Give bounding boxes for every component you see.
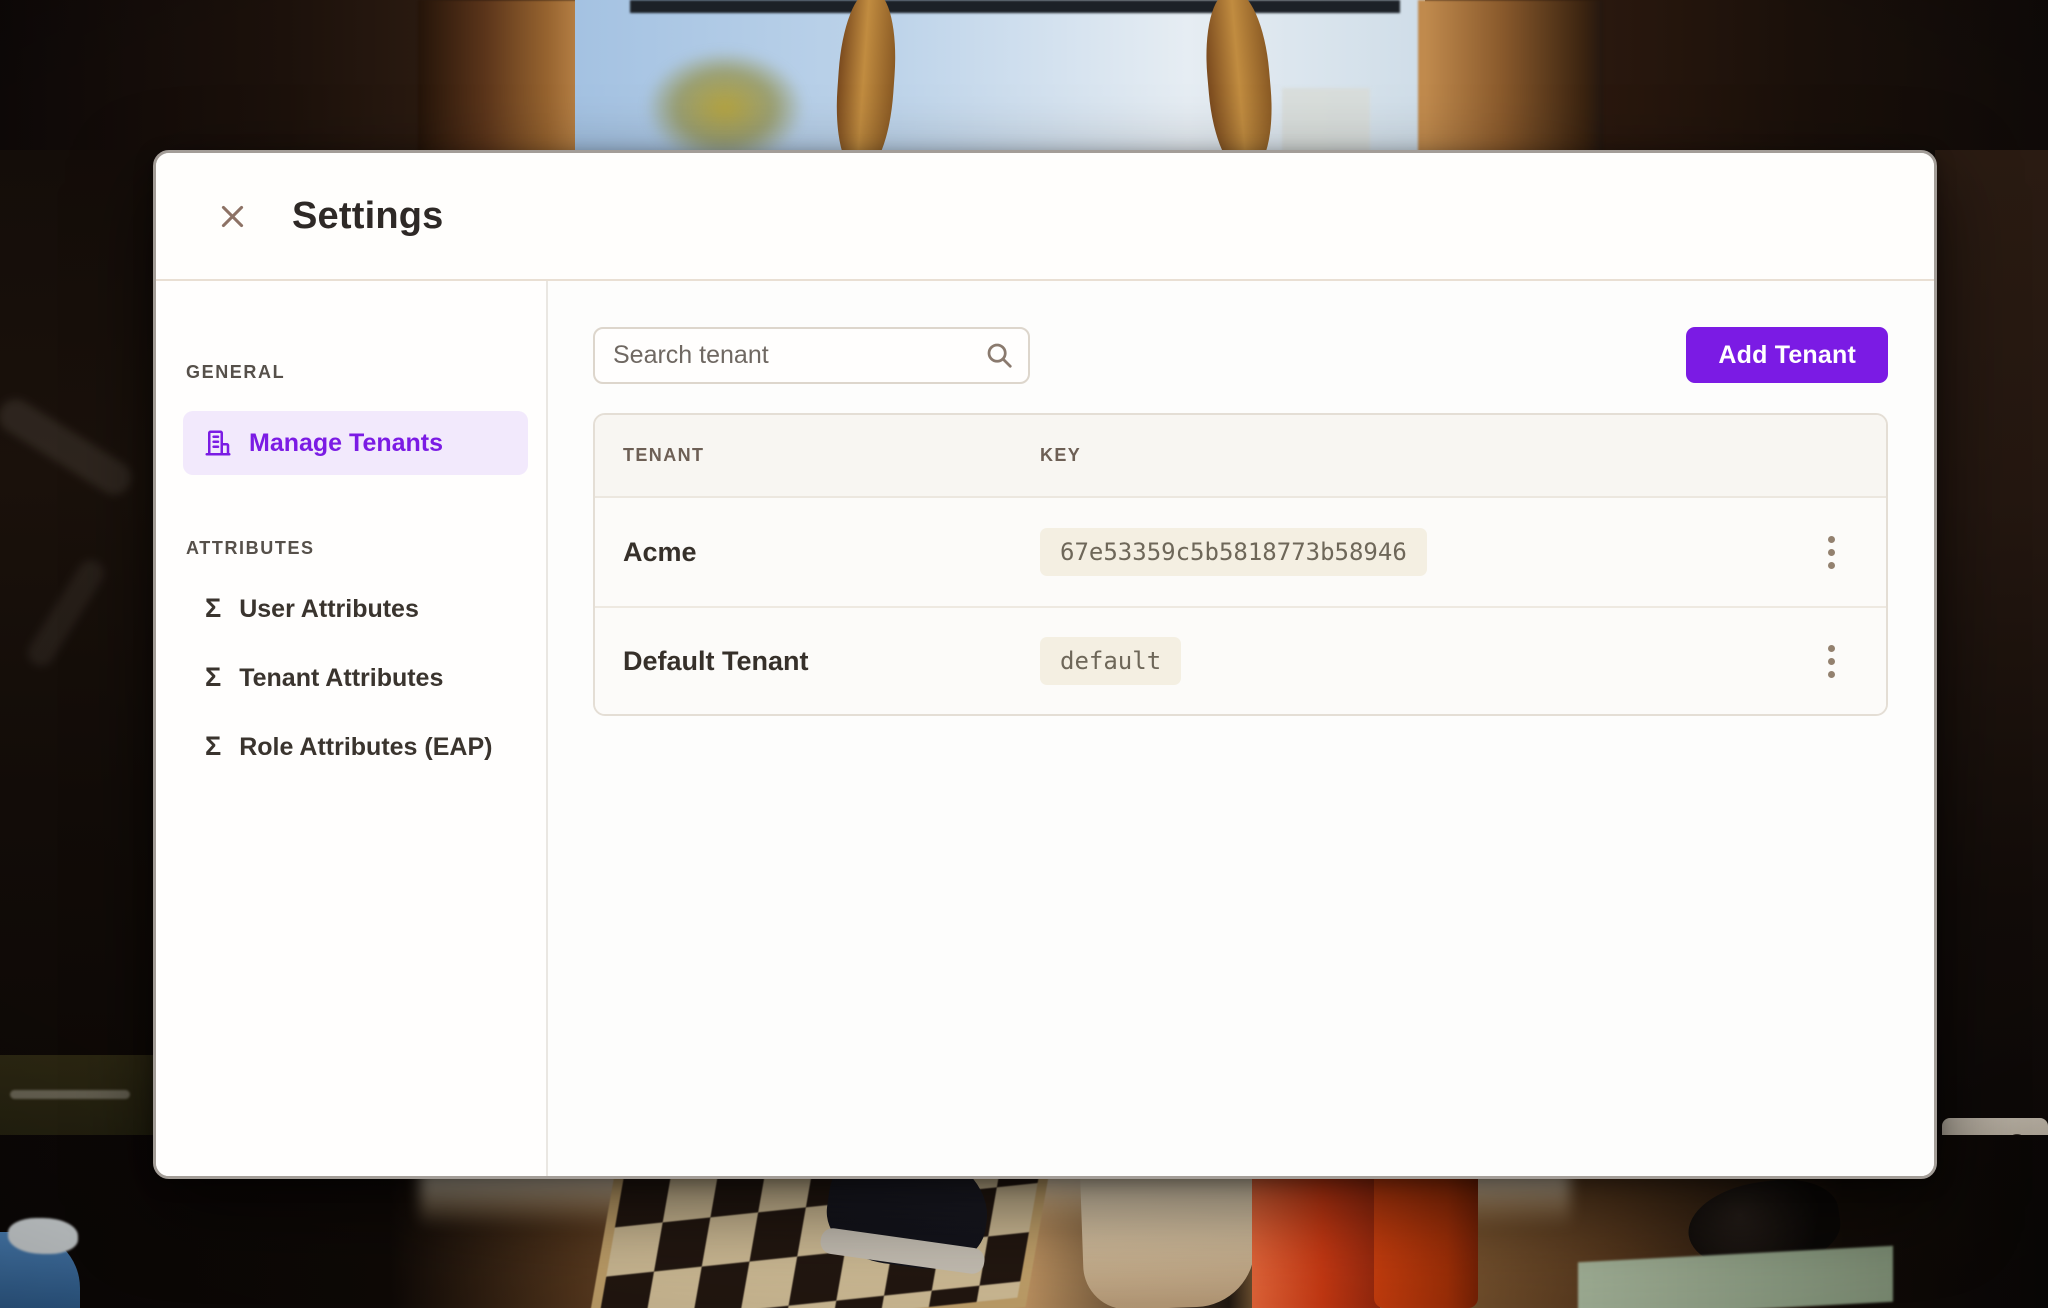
close-icon[interactable] bbox=[210, 194, 254, 238]
search-input[interactable] bbox=[593, 327, 1030, 384]
tenant-name: Acme bbox=[623, 537, 1040, 568]
sigma-icon: Σ bbox=[205, 733, 221, 760]
search-field-wrap bbox=[593, 327, 1030, 384]
row-kebab-menu-icon[interactable] bbox=[1807, 637, 1855, 685]
building-icon bbox=[203, 428, 233, 458]
content-pane: Add Tenant TENANT KEY Acme 67e53359c5b58… bbox=[548, 281, 1934, 1176]
sidebar-item-label: User Attributes bbox=[239, 595, 419, 624]
sidebar-item-label: Manage Tenants bbox=[249, 429, 443, 458]
sidebar-item-manage-tenants[interactable]: Manage Tenants bbox=[183, 411, 528, 475]
sidebar: GENERAL Manage Tenants ATTRIBUTES Σ User… bbox=[156, 281, 548, 1176]
sidebar-section-attributes: ATTRIBUTES bbox=[186, 537, 528, 559]
sidebar-item-label: Role Attributes (EAP) bbox=[239, 733, 492, 762]
tenant-name: Default Tenant bbox=[623, 646, 1040, 677]
tenant-key-badge: default bbox=[1040, 637, 1181, 685]
search-icon bbox=[984, 340, 1014, 370]
sidebar-item-tenant-attributes[interactable]: Σ Tenant Attributes bbox=[183, 656, 528, 700]
row-kebab-menu-icon[interactable] bbox=[1807, 528, 1855, 576]
column-header-tenant: TENANT bbox=[623, 445, 1040, 466]
sidebar-item-role-attributes[interactable]: Σ Role Attributes (EAP) bbox=[183, 725, 528, 769]
sidebar-item-label: Tenant Attributes bbox=[239, 664, 443, 693]
modal-header: Settings bbox=[156, 153, 1934, 281]
modal-body: GENERAL Manage Tenants ATTRIBUTES Σ User… bbox=[156, 281, 1934, 1176]
tenants-table: TENANT KEY Acme 67e53359c5b5818773b58946… bbox=[593, 413, 1888, 716]
column-header-key: KEY bbox=[1040, 445, 1776, 466]
sigma-icon: Σ bbox=[205, 595, 221, 622]
sigma-icon: Σ bbox=[205, 664, 221, 691]
sidebar-item-user-attributes[interactable]: Σ User Attributes bbox=[183, 587, 528, 631]
table-row: Default Tenant default bbox=[595, 606, 1886, 714]
sidebar-section-general: GENERAL bbox=[186, 361, 528, 383]
page-title: Settings bbox=[292, 195, 444, 238]
settings-modal: Settings GENERAL Manage Tenants ATTRIBUT… bbox=[153, 150, 1937, 1179]
table-row: Acme 67e53359c5b5818773b58946 bbox=[595, 498, 1886, 606]
add-tenant-button[interactable]: Add Tenant bbox=[1686, 327, 1888, 383]
toolbar: Add Tenant bbox=[593, 327, 1888, 384]
tenant-key-badge: 67e53359c5b5818773b58946 bbox=[1040, 528, 1427, 576]
table-header-row: TENANT KEY bbox=[595, 415, 1886, 498]
